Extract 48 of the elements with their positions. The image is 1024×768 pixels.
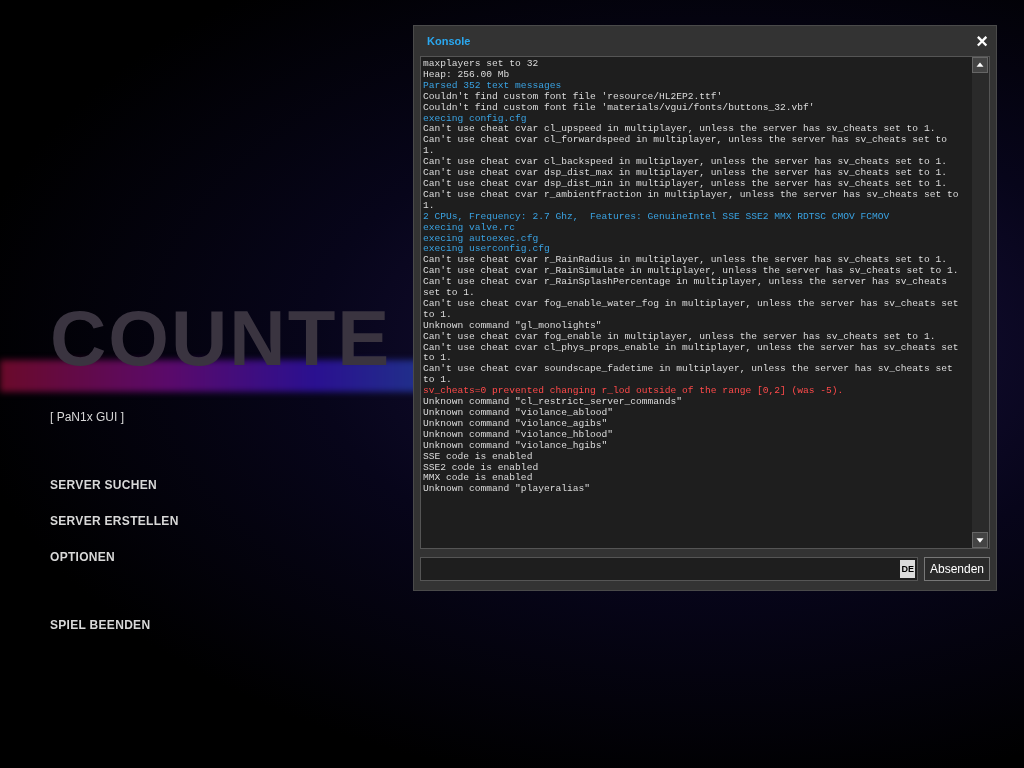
console-line: Can't use cheat cvar fog_enable in multiplayer, unless the server has sv_cheats set to 1. <box>423 331 937 343</box>
console-line: Unknown command "cl_restrict_server_commands" <box>423 397 684 408</box>
scroll-up-icon[interactable] <box>972 57 988 73</box>
console-line: Can't use cheat cvar r_RainSimulate in multiplayer, unless the server has sv_cheats set to 1. <box>423 266 960 277</box>
console-line: Can't use cheat cvar cl_backspeed in multiplayer, unless the server has sv_cheats set to 1. <box>423 157 948 168</box>
console-line: Can't use cheat cvar cl_phys_props_enable in multiplayer, unless the server has sv_cheats set to 1. <box>423 342 960 364</box>
console-line: Can't use cheat cvar dsp_dist_min in multiplayer, unless the server has sv_cheats set to 1. <box>423 178 948 190</box>
console-line: execing valve.rc <box>423 222 517 234</box>
console-line: Can't use cheat cvar cl_forwardspeed in multiplayer, unless the server has sv_cheats set to 1. <box>423 135 948 157</box>
console-line: Can't use cheat cvar r_RainRadius in multiplayer, unless the server has sv_cheats set to 1. <box>423 255 948 266</box>
console-line: Heap: 256.00 Mb <box>423 69 511 81</box>
console-line: sv_cheats=0 prevented changing r_lod outside of the range [0,2] (was -5). <box>423 386 845 397</box>
menu-item[interactable]: SERVER SUCHEN <box>50 476 158 494</box>
game-logo: COUNTE <box>50 302 392 374</box>
console-line: maxplayers set to 32 <box>423 59 540 70</box>
console-line: Couldn't find custom font file 'materials/vgui/fonts/buttons_32.vbf' <box>423 102 816 114</box>
console-line: execing config.cfg <box>423 113 528 124</box>
menu-item[interactable]: OPTIONEN <box>50 548 116 566</box>
console-line: Unknown command "violance_ablood" <box>423 408 614 419</box>
console-line: SSE code is enabled <box>423 451 534 463</box>
scrollbar[interactable] <box>972 57 989 548</box>
close-button[interactable]: × <box>976 31 988 51</box>
console-line: Can't use cheat cvar soundscape_fadetime in multiplayer, unless the server has sv_cheats set to 1. <box>423 364 954 386</box>
console-line: Can't use cheat cvar r_ambientfraction in multiplayer, unless the server has sv_cheats set to 1. <box>423 189 960 212</box>
console-line: Parsed 352 text messages <box>423 80 563 92</box>
console-line: Unknown command "gl_monolights" <box>423 320 603 332</box>
console-line: Unknown command "violance_hgibs" <box>423 440 609 452</box>
console-line: 2 CPUs, Frequency: 2.7 Ghz, Features: GenuineIntel SSE SSE2 MMX RDTSC CMOV FCMOV <box>423 211 891 223</box>
submit-button[interactable]: Absenden <box>923 557 990 581</box>
console-line: MMX code is enabled <box>423 473 534 484</box>
console-line: Can't use cheat cvar cl_upspeed in multiplayer, unless the server has sv_cheats set to 1. <box>423 124 937 135</box>
language-badge: DE <box>900 560 915 578</box>
console-line: Unknown command "violance_hblood" <box>423 429 614 441</box>
menu-item[interactable]: SERVER ERSTELLEN <box>50 512 179 530</box>
console-line: SSE2 code is enabled <box>423 462 540 473</box>
console-line: execing autoexec.cfg <box>423 233 540 244</box>
console-line: Unknown command "playeralias" <box>423 484 591 496</box>
window-title: Konsole <box>427 33 471 49</box>
command-input[interactable]: DE <box>420 557 918 581</box>
console-line: Couldn't find custom font file 'resource/HL2EP2.ttf' <box>423 91 724 103</box>
scroll-down-icon[interactable] <box>972 532 988 548</box>
console-line: Can't use cheat cvar r_RainSplashPercentage in multiplayer, unless the server has sv_cheats set to 1. <box>423 277 948 299</box>
console-line: execing userconfig.cfg <box>423 244 551 255</box>
gui-title: [ PaN1x GUI ] <box>50 409 125 426</box>
console-line: Can't use cheat cvar fog_enable_water_fog in multiplayer, unless the server has sv_cheats set to 1. <box>423 298 960 321</box>
console-line: Can't use cheat cvar dsp_dist_max in multiplayer, unless the server has sv_cheats set to 1. <box>423 168 948 179</box>
menu-item[interactable]: SPIEL BEENDEN <box>50 616 151 634</box>
console-line: Unknown command "violance_agibs" <box>423 418 609 430</box>
